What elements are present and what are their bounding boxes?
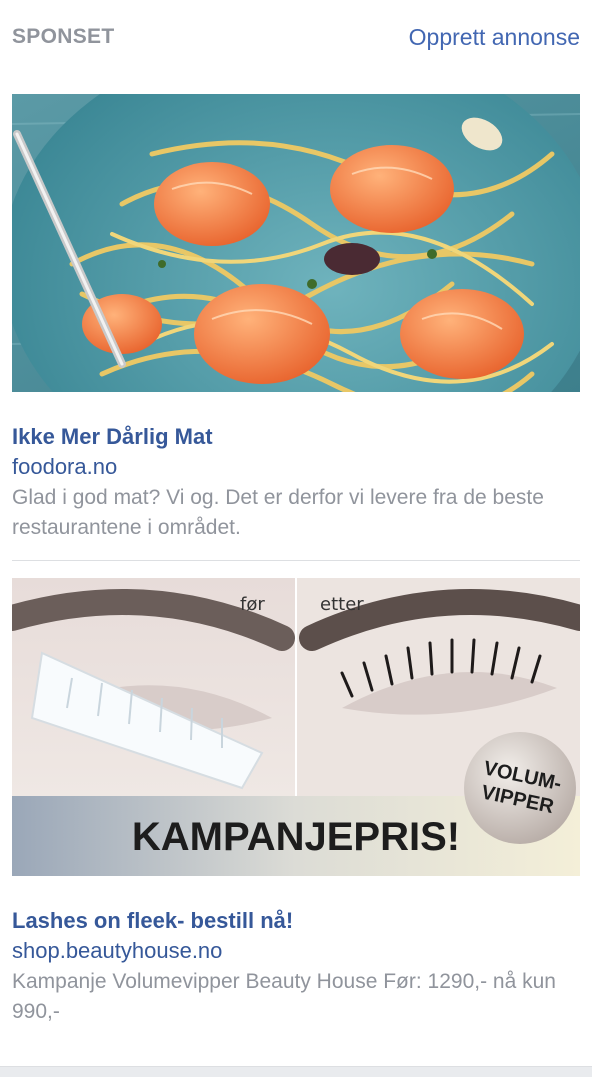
ad-title[interactable]: Lashes on fleek- bestill nå! [12,906,580,936]
ad-foodora[interactable]: Ikke Mer Dårlig Mat foodora.no Glad i go… [12,94,580,543]
before-label: før [240,594,265,615]
ad-beautyhouse[interactable]: før etter KAMPANJEPRIS! VOLUM- VIPPER La… [12,578,580,1027]
ad-domain[interactable]: shop.beautyhouse.no [12,936,580,966]
bottom-separator [0,1066,592,1077]
campaign-banner-text: KAMPANJEPRIS! [132,815,460,859]
create-ad-link[interactable]: Opprett annonse [409,24,580,51]
after-label: etter [320,594,364,615]
sponsored-label: SPONSET [12,25,115,48]
ad-image-shrimp-pasta[interactable] [12,94,580,392]
ad-description: Glad i god mat? Vi og. Det er derfor vi … [12,486,544,539]
sponsored-panel: SPONSET Opprett annonse Ikke Mer Dårlig … [0,0,592,1077]
ad-domain[interactable]: foodora.no [12,452,580,482]
ad-divider [12,560,580,561]
ad-image-lashes[interactable]: før etter KAMPANJEPRIS! VOLUM- VIPPER [12,578,580,876]
sponsored-header: SPONSET Opprett annonse [12,20,580,54]
ad-title[interactable]: Ikke Mer Dårlig Mat [12,422,580,452]
ad-description: Kampanje Volumevipper Beauty House Før: … [12,970,556,1023]
